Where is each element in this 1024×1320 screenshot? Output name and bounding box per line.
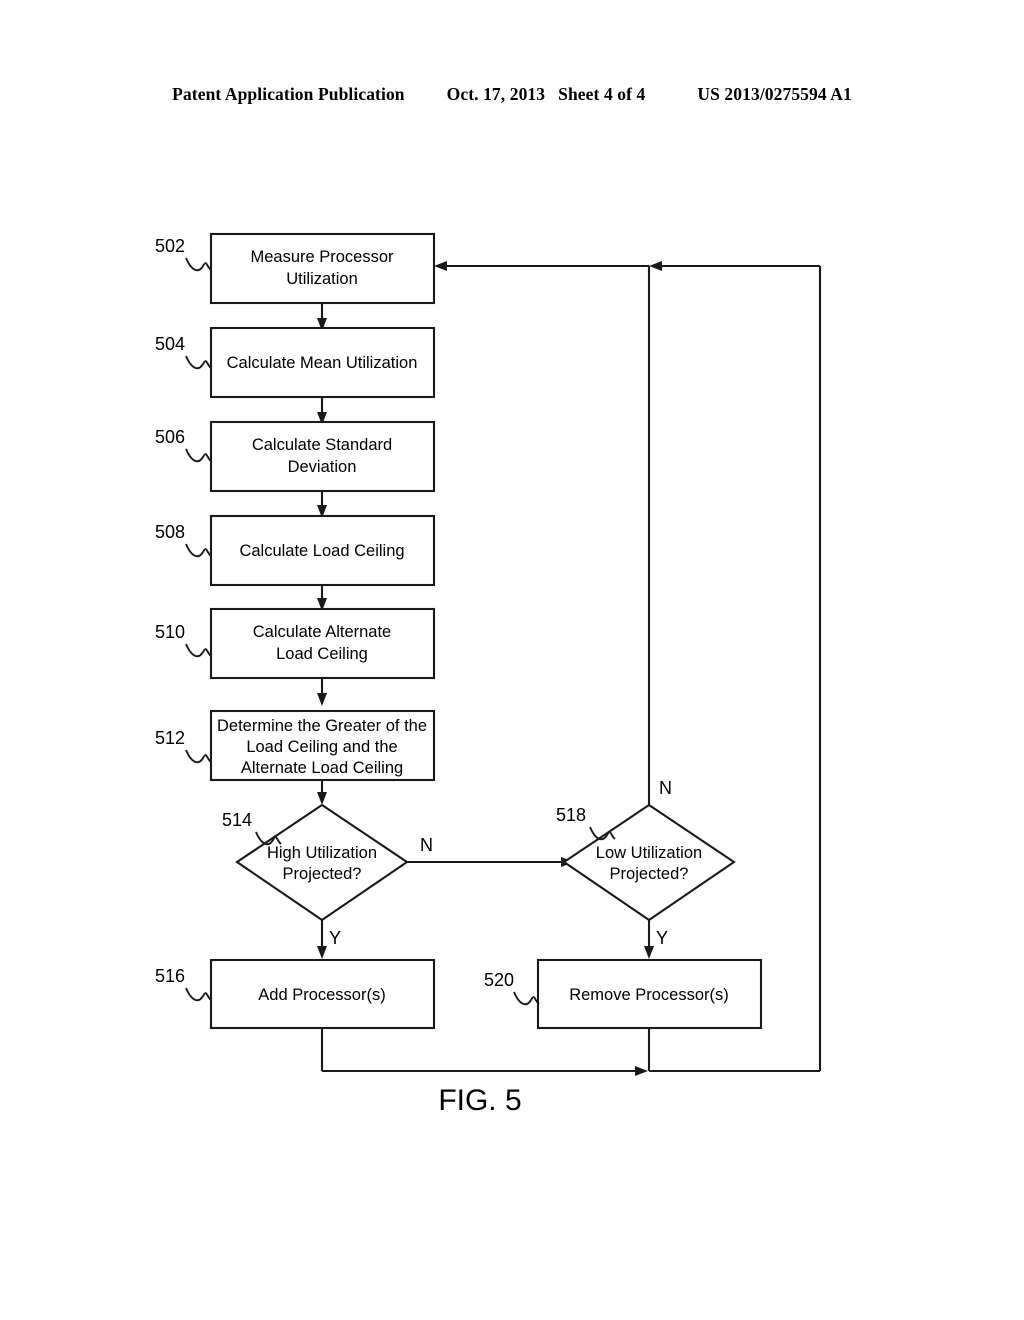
node-504: Calculate Mean Utilization 504 (155, 326, 436, 399)
leader-520 (513, 991, 540, 1006)
node-520-line-1: Remove Processor(s) (569, 986, 729, 1004)
ref-number-506: 506 (155, 427, 185, 447)
node-510-line-1: Calculate Alternate (253, 623, 392, 641)
arrowhead-514-516 (317, 946, 327, 959)
arrowhead-bottom-join (635, 1066, 648, 1076)
node-510: Calculate Alternate Load Ceiling 510 (155, 607, 436, 680)
leader-508 (185, 543, 212, 558)
node-520: Remove Processor(s) 520 (484, 958, 763, 1030)
process-box-510 (209, 607, 436, 680)
arrowhead-outer-loop-join (649, 261, 662, 271)
node-518: Low Utilization Projected? 518 (556, 803, 736, 922)
node-516: Add Processor(s) 516 (155, 958, 436, 1030)
ref-number-510: 510 (155, 622, 185, 642)
figure-5-flowchart: Measure Processor Utilization 502 Calcul… (0, 0, 1024, 1320)
arrowhead-512-514 (317, 792, 327, 805)
ref-number-502: 502 (155, 236, 185, 256)
ref-number-514: 514 (222, 810, 252, 830)
branch-label-518-yes: Y (656, 928, 668, 948)
node-514-line-2: Projected? (283, 865, 362, 883)
node-510-line-2: Load Ceiling (276, 645, 368, 663)
node-506-line-2: Deviation (288, 458, 357, 476)
branch-label-514-yes: Y (329, 928, 341, 948)
node-502-line-2: Utilization (286, 270, 358, 288)
arrowhead-518-520 (644, 946, 654, 959)
node-502-line-1: Measure Processor (250, 248, 394, 266)
figure-caption: FIG. 5 (438, 1084, 521, 1117)
leader-510 (185, 643, 212, 658)
leader-506 (185, 448, 212, 463)
node-502: Measure Processor Utilization 502 (155, 232, 436, 305)
node-518-line-1: Low Utilization (596, 844, 702, 862)
node-504-line-1: Calculate Mean Utilization (227, 354, 418, 372)
ref-number-520: 520 (484, 970, 514, 990)
ref-number-518: 518 (556, 805, 586, 825)
leader-512 (185, 749, 212, 764)
node-516-line-1: Add Processor(s) (258, 986, 385, 1004)
leader-504 (185, 355, 212, 370)
ref-number-512: 512 (155, 728, 185, 748)
process-box-502 (209, 232, 436, 305)
ref-number-504: 504 (155, 334, 185, 354)
arrowhead-return-to-502 (434, 261, 447, 271)
node-512-line-1: Determine the Greater of the (217, 717, 427, 735)
branch-label-514-no: N (420, 835, 433, 855)
node-514: High Utilization Projected? 514 (222, 803, 409, 922)
flowchart-svg: Measure Processor Utilization 502 Calcul… (155, 232, 822, 1117)
node-518-line-2: Projected? (610, 865, 689, 883)
decision-diamond-514 (235, 803, 409, 922)
node-508: Calculate Load Ceiling 508 (155, 514, 436, 587)
arrowhead-510-512 (317, 693, 327, 706)
node-506: Calculate Standard Deviation 506 (155, 420, 436, 493)
node-512-line-2: Load Ceiling and the (246, 738, 397, 756)
leader-516 (185, 987, 212, 1002)
node-508-line-1: Calculate Load Ceiling (239, 542, 404, 560)
node-506-line-1: Calculate Standard (252, 436, 392, 454)
node-512-line-3: Alternate Load Ceiling (241, 759, 403, 777)
ref-number-516: 516 (155, 966, 185, 986)
node-512: Determine the Greater of the Load Ceilin… (155, 709, 436, 782)
decision-diamond-518 (562, 803, 736, 922)
node-514-line-1: High Utilization (267, 844, 377, 862)
branch-label-518-no: N (659, 778, 672, 798)
leader-502 (185, 257, 212, 272)
process-box-506 (209, 420, 436, 493)
ref-number-508: 508 (155, 522, 185, 542)
